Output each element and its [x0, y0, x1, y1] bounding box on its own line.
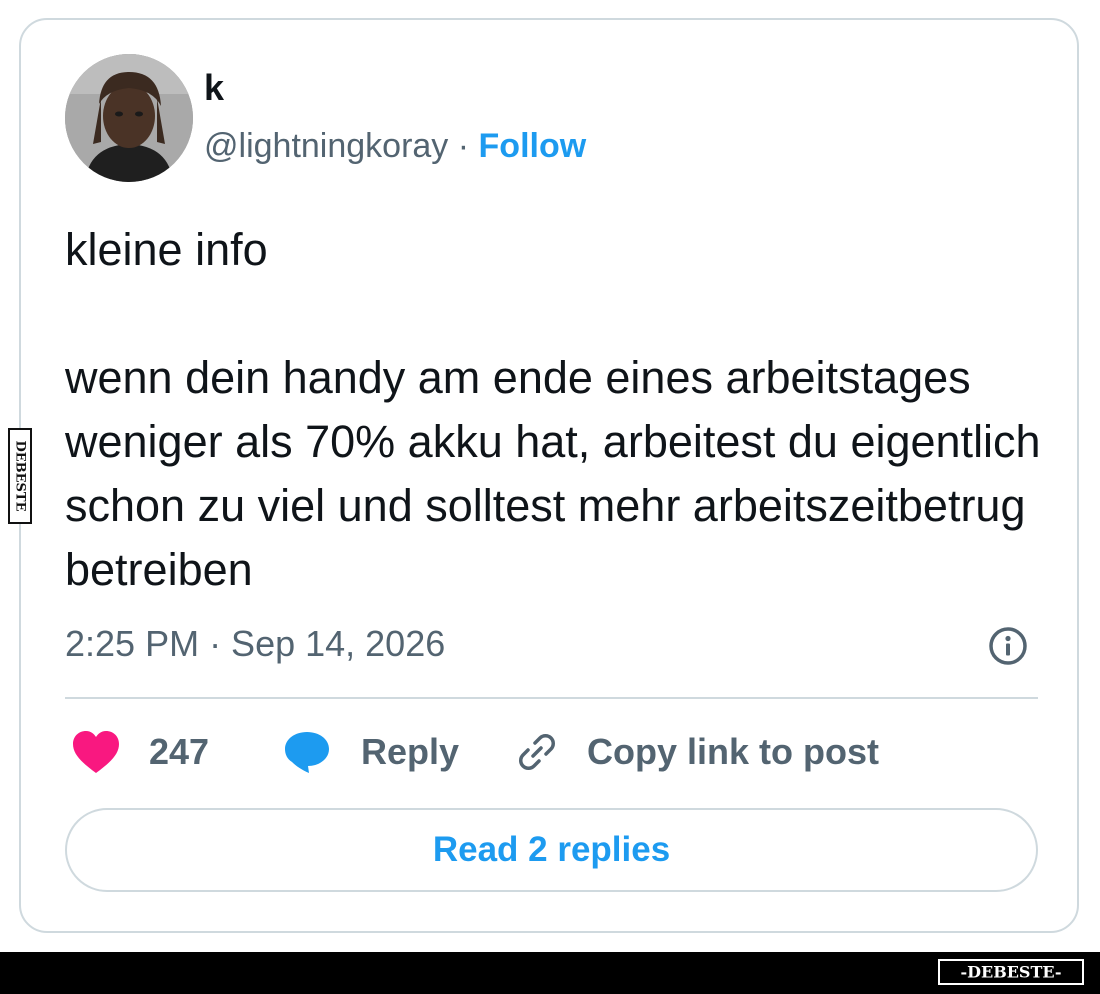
copy-link-label: Copy link to post [587, 731, 879, 772]
link-icon [519, 734, 555, 770]
heart-icon [73, 731, 119, 773]
footer-bar: -DEBESTE- [0, 952, 1100, 994]
reply-label: Reply [361, 731, 460, 772]
display-name[interactable]: k [204, 66, 224, 110]
info-circle-icon[interactable] [987, 625, 1029, 667]
action-bar: 247 Reply Copy link to post [21, 720, 1077, 790]
watermark-logo: -DEBESTE- [938, 959, 1084, 985]
divider [65, 697, 1038, 699]
tweet-card: k @lightningkoray · Follow kleine info w… [19, 18, 1079, 933]
avatar[interactable] [65, 54, 193, 182]
handle-separator: · [448, 127, 479, 165]
follow-button[interactable]: Follow [479, 127, 587, 165]
side-watermark: DEBESTE [8, 428, 32, 524]
speech-bubble-icon [285, 732, 329, 773]
reply-button[interactable]: Reply [283, 720, 459, 784]
read-replies-button[interactable]: Read 2 replies [65, 808, 1038, 892]
like-button[interactable]: 247 [71, 720, 209, 784]
tweet-text: kleine info wenn dein handy am ende eine… [65, 224, 1041, 595]
avatar-image [65, 54, 193, 182]
timestamp[interactable]: 2:25 PM · Sep 14, 2026 [65, 622, 445, 666]
like-count: 247 [149, 731, 210, 772]
side-watermark-text: DEBESTE [13, 440, 28, 511]
watermark-text: -DEBESTE- [960, 963, 1061, 982]
user-handle[interactable]: @lightningkoray [204, 127, 448, 165]
handle-row: @lightningkoray · Follow [204, 124, 586, 168]
copy-link-button[interactable]: Copy link to post [515, 720, 879, 784]
